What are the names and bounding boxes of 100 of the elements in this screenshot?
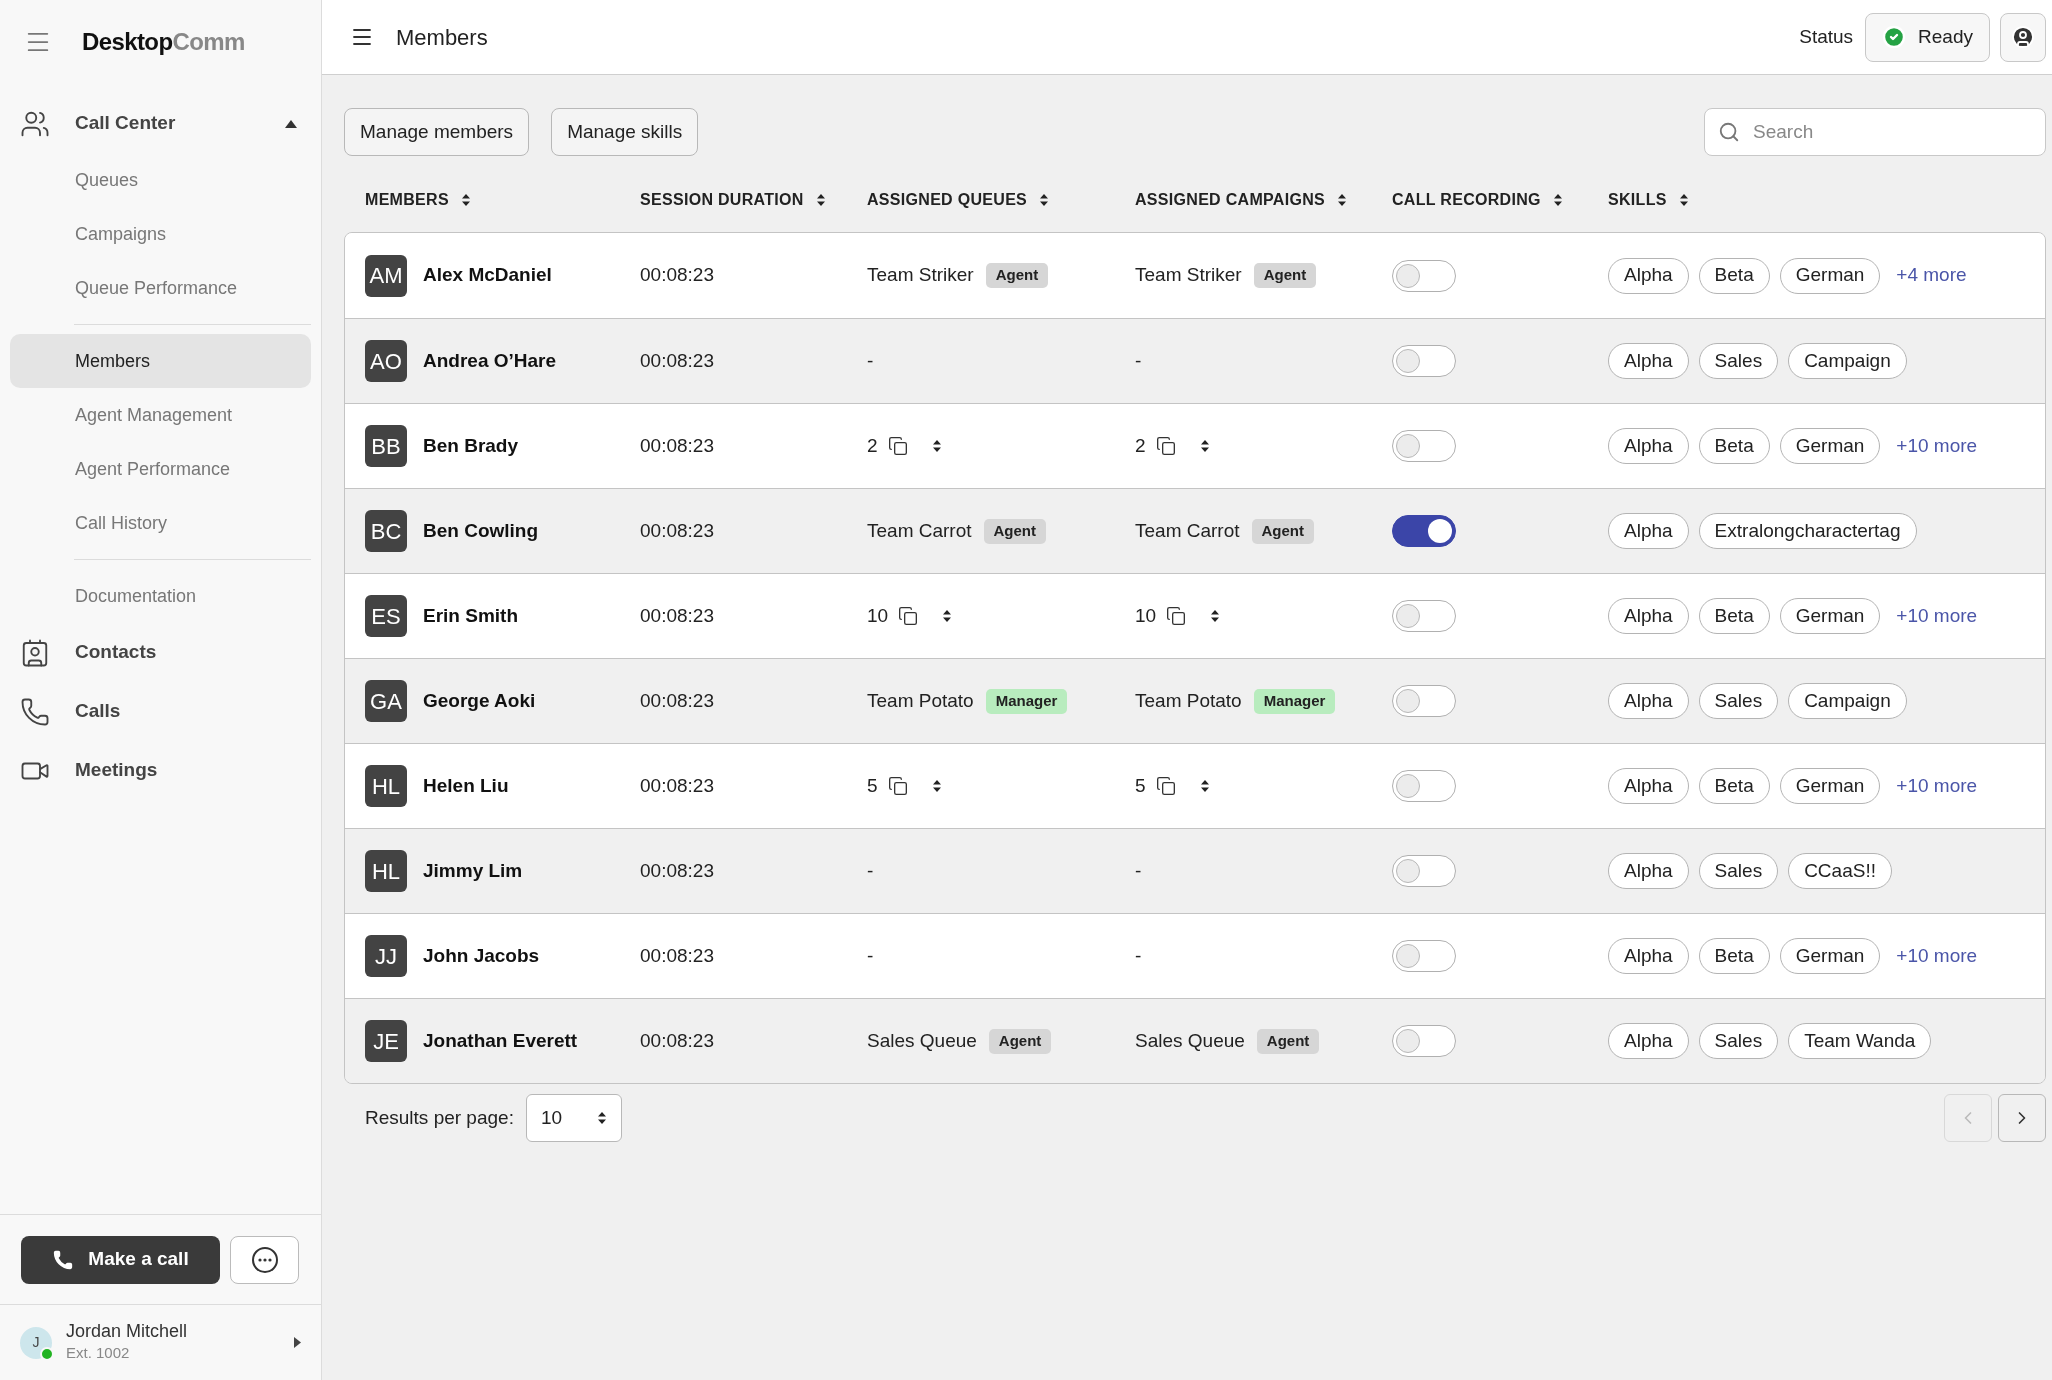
column-header[interactable]: ASSIGNED QUEUES (867, 188, 1028, 212)
recording-toggle[interactable] (1392, 515, 1456, 547)
empty-value: - (867, 859, 874, 881)
skill-tag: Alpha (1608, 938, 1689, 974)
copy-icon[interactable] (1155, 776, 1176, 796)
more-skills-link[interactable]: +10 more (1896, 431, 1978, 461)
role-tag: Agent (1253, 263, 1317, 288)
empty-value: - (1135, 859, 1142, 881)
recording-toggle[interactable] (1392, 685, 1456, 717)
more-skills-link[interactable]: +10 more (1896, 771, 1978, 801)
skill-tag: Sales (1698, 853, 1779, 889)
copy-icon[interactable] (887, 436, 908, 456)
column-header[interactable]: SKILLS (1608, 188, 1667, 212)
sort-icon (1199, 779, 1210, 793)
session-duration: 00:08:23 (640, 519, 714, 541)
copy-icon[interactable] (898, 606, 919, 626)
recording-toggle[interactable] (1392, 259, 1456, 292)
member-avatar: ES (365, 595, 407, 637)
team-name: Sales Queue (867, 1028, 977, 1053)
recording-toggle[interactable] (1392, 1025, 1456, 1057)
member-name[interactable]: Ben Brady (423, 431, 519, 461)
member-avatar: GA (365, 680, 407, 722)
recording-toggle[interactable] (1392, 770, 1456, 802)
nav-subitem[interactable]: Queue Performance (10, 261, 311, 315)
status-button[interactable]: Ready (1865, 12, 1990, 62)
session-duration: 00:08:23 (640, 1029, 714, 1051)
role-tag: Agent (1251, 518, 1315, 544)
more-skills-link[interactable]: +4 more (1896, 261, 1967, 290)
copy-icon[interactable] (1155, 436, 1176, 456)
account-button[interactable] (2000, 12, 2046, 62)
nav-item[interactable]: Meetings (10, 741, 311, 800)
skill-tag: German (1779, 428, 1881, 464)
user-extension: Ext. 1002 (66, 1343, 131, 1364)
nav-subitem[interactable]: Agent Performance (10, 442, 311, 496)
recording-toggle[interactable] (1392, 430, 1456, 462)
skill-tag: Campaign (1788, 343, 1907, 379)
assigned-count: 5 (1135, 773, 1146, 798)
sort-icon (1199, 439, 1210, 453)
member-name[interactable]: Ben Cowling (423, 516, 539, 546)
recording-toggle[interactable] (1392, 600, 1456, 632)
make-call-button[interactable]: Make a call (21, 1235, 220, 1284)
skill-tag: Team Wanda (1788, 1023, 1932, 1059)
nav-item[interactable]: Calls (10, 682, 311, 741)
per-page-select[interactable]: 10 (525, 1094, 622, 1142)
nav-item[interactable]: Contacts (10, 623, 311, 682)
session-duration: 00:08:23 (640, 859, 714, 881)
skill-tag: Alpha (1608, 853, 1689, 889)
nav-subitem[interactable]: Campaigns (10, 207, 311, 261)
more-skills-link[interactable]: +10 more (1896, 941, 1978, 971)
member-name[interactable]: Jonathan Everett (423, 1026, 578, 1056)
collapse-caret-icon[interactable] (285, 119, 297, 128)
skill-tag: Sales (1698, 1023, 1779, 1059)
member-avatar: BC (365, 510, 407, 552)
more-skills-link[interactable]: +10 more (1896, 601, 1978, 631)
copy-icon[interactable] (1166, 606, 1187, 626)
sort-icon (1552, 193, 1563, 207)
member-name[interactable]: George Aoki (423, 686, 536, 716)
skill-tag: German (1779, 598, 1881, 634)
skill-tag: Alpha (1608, 513, 1689, 549)
member-name[interactable]: Helen Liu (423, 771, 509, 801)
recording-toggle[interactable] (1392, 940, 1456, 972)
team-name: Team Striker (867, 263, 974, 288)
search-field[interactable]: Search (1704, 108, 2046, 156)
session-duration: 00:08:23 (640, 264, 714, 286)
member-avatar: HL (365, 850, 407, 892)
recording-toggle[interactable] (1392, 855, 1456, 887)
column-header[interactable]: CALL RECORDING (1392, 188, 1541, 212)
nav-subitem[interactable]: Queues (10, 153, 311, 207)
nav-subitem[interactable]: Call History (10, 496, 311, 550)
nav-item[interactable]: Call Center (10, 94, 311, 153)
page-title: Members (396, 23, 488, 52)
member-name[interactable]: John Jacobs (423, 941, 540, 971)
expand-caret-icon (294, 1337, 301, 1348)
team-name: Team Carrot (1135, 518, 1240, 543)
nav-subitem[interactable]: Members (10, 334, 311, 388)
toolbar-button[interactable]: Manage members (344, 108, 530, 156)
skill-tag: Alpha (1608, 598, 1689, 634)
member-name[interactable]: Andrea O’Hare (423, 346, 557, 376)
skill-tag: Alpha (1608, 1023, 1689, 1059)
member-name[interactable]: Jimmy Lim (423, 856, 523, 886)
recording-toggle[interactable] (1392, 345, 1456, 377)
nav-subitem[interactable]: Agent Management (10, 388, 311, 442)
phone-icon (20, 696, 50, 727)
toolbar-button[interactable]: Manage skills (551, 108, 699, 156)
copy-icon[interactable] (887, 776, 908, 796)
session-duration: 00:08:23 (640, 944, 714, 966)
sort-icon (931, 779, 942, 793)
member-name[interactable]: Alex McDaniel (423, 261, 552, 290)
member-name[interactable]: Erin Smith (423, 601, 518, 631)
skill-tag: CCaaS!! (1788, 853, 1892, 889)
column-header[interactable]: MEMBERS (365, 188, 449, 212)
member-avatar: AO (365, 340, 407, 382)
more-options-button[interactable] (230, 1235, 299, 1284)
sort-icon (1210, 609, 1221, 623)
user-profile[interactable]: J Jordan Mitchell Ext. 1002 (0, 1304, 321, 1380)
nav-subitem[interactable]: Documentation (10, 569, 311, 623)
column-header[interactable]: ASSIGNED CAMPAIGNS (1135, 188, 1325, 212)
skill-tag: Campaign (1788, 683, 1907, 719)
column-header[interactable]: SESSION DURATION (640, 188, 804, 212)
team-name: Team Striker (1135, 263, 1242, 288)
